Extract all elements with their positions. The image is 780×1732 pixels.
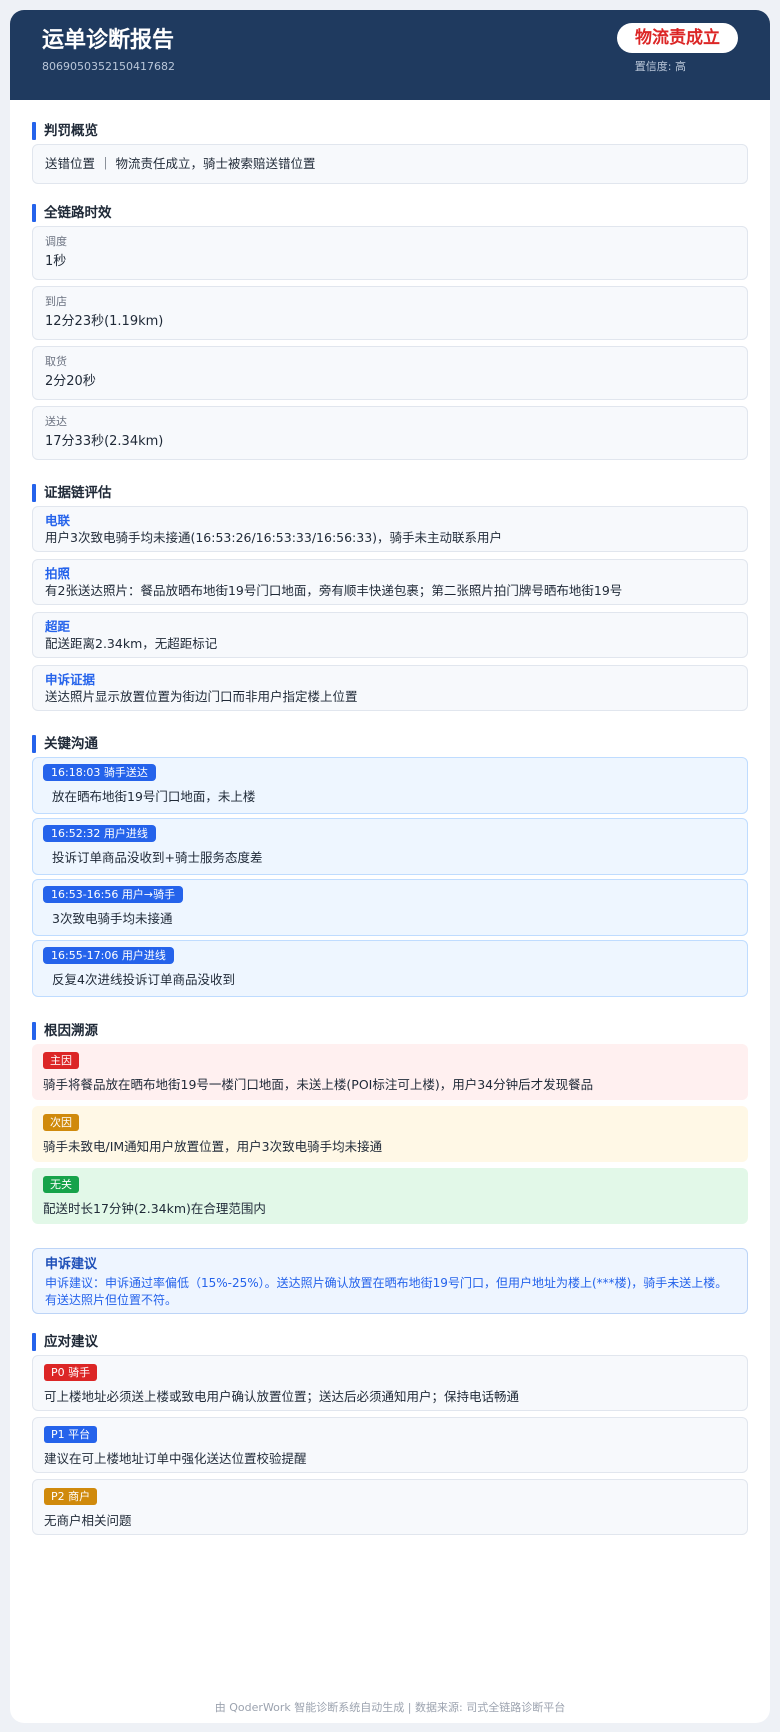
evidence-list: 电联 用户3次致电骑手均未接通(16:53:26/16:53:33/16:56:… [32, 506, 748, 711]
evidence-card: 拍照 有2张送达照片：餐品放晒布地街19号门口地面，旁有顺丰快递包裹；第二张照片… [32, 559, 748, 605]
section-title-evidence: 证据链评估 [32, 484, 748, 502]
evidence-desc: 送达照片显示放置位置为街边门口而非用户指定楼上位置 [45, 689, 358, 704]
report-content: 判罚概览 送错位置 ｜ 物流责任成立，骑士被索赔送错位置 全链路时效 调度 1秒… [10, 122, 770, 1535]
action-text: 可上楼地址必须送上楼或致电用户确认放置位置；送达后必须通知用户；保持电话畅通 [44, 1389, 520, 1404]
evidence-card: 申诉证据 送达照片显示放置位置为街边门口而非用户指定楼上位置 [32, 665, 748, 711]
evidence-desc: 有2张送达照片：餐品放晒布地街19号门口地面，旁有顺丰快递包裹；第二张照片拍门牌… [45, 583, 623, 598]
timing-value: 12分23秒(1.19km) [45, 314, 164, 329]
evidence-card: 超距 配送距离2.34km，无超距标记 [32, 612, 748, 658]
root-cause-tag: 次因 [43, 1114, 79, 1131]
action-text: 无商户相关问题 [44, 1513, 132, 1528]
timing-label: 送达 [45, 415, 67, 428]
section-title-actions: 应对建议 [32, 1333, 748, 1351]
section-title-root-cause: 根因溯源 [32, 1022, 748, 1040]
root-cause-text: 骑手未致电/IM通知用户放置位置，用户3次致电骑手均未接通 [43, 1139, 383, 1154]
evidence-card: 电联 用户3次致电骑手均未接通(16:53:26/16:53:33/16:56:… [32, 506, 748, 552]
section-title-overview: 判罚概览 [32, 122, 748, 140]
confidence-label: 置信度: 高 [634, 60, 686, 73]
root-cause-text: 配送时长17分钟(2.34km)在合理范围内 [43, 1201, 266, 1216]
action-priority-tag: P2 商户 [44, 1488, 98, 1505]
evidence-desc: 用户3次致电骑手均未接通(16:53:26/16:53:33/16:56:33)… [45, 530, 503, 545]
evidence-label: 申诉证据 [45, 672, 96, 687]
communication-time-tag: 16:53-16:56 用户→骑手 [43, 886, 184, 903]
action-card: P1 平台 建议在可上楼地址订单中强化送达位置校验提醒 [32, 1417, 748, 1473]
report-footer: 由 QoderWork 智能诊断系统自动生成 | 数据来源: 司式全链路诊断平台 [214, 1701, 566, 1714]
timing-label: 调度 [45, 235, 67, 248]
action-priority-tag: P0 骑手 [44, 1364, 98, 1381]
timing-list: 调度 1秒 到店 12分23秒(1.19km) 取货 2分20秒 送达 17分3… [32, 226, 748, 460]
root-cause-primary: 主因 骑手将餐品放在晒布地街19号一楼门口地面，未送上楼(POI标注可上楼)，用… [32, 1044, 748, 1100]
communication-time-tag: 16:52:32 用户进线 [43, 825, 156, 842]
communication-text: 反复4次进线投诉订单商品没收到 [52, 972, 235, 987]
order-id: 8069050352150417682 [42, 60, 175, 73]
root-cause-tag: 无关 [43, 1176, 79, 1193]
appeal-label: 申诉建议 [45, 1257, 98, 1272]
communication-card: 16:55-17:06 用户进线 反复4次进线投诉订单商品没收到 [32, 940, 748, 997]
evidence-label: 超距 [45, 619, 71, 634]
action-list: P0 骑手 可上楼地址必须送上楼或致电用户确认放置位置；送达后必须通知用户；保持… [32, 1355, 748, 1535]
timing-label: 到店 [45, 295, 67, 308]
evidence-label: 拍照 [45, 566, 71, 581]
appeal-suggestion-card: 申诉建议 申诉建议：申诉通过率偏低（15%-25%）。送达照片确认放置在晒布地街… [32, 1248, 748, 1314]
root-cause-tag: 主因 [43, 1052, 79, 1069]
communication-list: 16:18:03 骑手送达 放在晒布地街19号门口地面，未上楼 16:52:32… [32, 757, 748, 997]
communication-text: 放在晒布地街19号门口地面，未上楼 [52, 789, 256, 804]
appeal-text: 申诉建议：申诉通过率偏低（15%-25%）。送达照片确认放置在晒布地街19号门口… [45, 1276, 728, 1307]
timing-card: 送达 17分33秒(2.34km) [32, 406, 748, 460]
communication-text: 3次致电骑手均未接通 [52, 911, 173, 926]
root-cause-list: 主因 骑手将餐品放在晒布地街19号一楼门口地面，未送上楼(POI标注可上楼)，用… [32, 1044, 748, 1224]
timing-label: 取货 [45, 355, 67, 368]
report-header: 运单诊断报告 8069050352150417682 物流责成立 置信度: 高 [10, 10, 770, 100]
evidence-label: 电联 [45, 513, 71, 528]
report-page: 运单诊断报告 8069050352150417682 物流责成立 置信度: 高 … [10, 10, 770, 1723]
overview-text: 送错位置 ｜ 物流责任成立，骑士被索赔送错位置 [45, 156, 316, 171]
section-title-communication: 关键沟通 [32, 735, 748, 753]
action-priority-tag: P1 平台 [44, 1426, 98, 1443]
communication-time-tag: 16:18:03 骑手送达 [43, 764, 156, 781]
communication-card: 16:53-16:56 用户→骑手 3次致电骑手均未接通 [32, 879, 748, 936]
verdict-badge: 物流责成立 [617, 23, 738, 53]
overview-card: 送错位置 ｜ 物流责任成立，骑士被索赔送错位置 [32, 144, 748, 184]
root-cause-text: 骑手将餐品放在晒布地街19号一楼门口地面，未送上楼(POI标注可上楼)，用户34… [43, 1077, 594, 1092]
action-card: P0 骑手 可上楼地址必须送上楼或致电用户确认放置位置；送达后必须通知用户；保持… [32, 1355, 748, 1411]
timing-card: 到店 12分23秒(1.19km) [32, 286, 748, 340]
action-card: P2 商户 无商户相关问题 [32, 1479, 748, 1535]
communication-text: 投诉订单商品没收到+骑士服务态度差 [52, 850, 263, 865]
timing-value: 17分33秒(2.34km) [45, 434, 164, 449]
communication-card: 16:18:03 骑手送达 放在晒布地街19号门口地面，未上楼 [32, 757, 748, 814]
timing-value: 1秒 [45, 254, 67, 269]
communication-card: 16:52:32 用户进线 投诉订单商品没收到+骑士服务态度差 [32, 818, 748, 875]
section-title-timing: 全链路时效 [32, 204, 748, 222]
evidence-desc: 配送距离2.34km，无超距标记 [45, 636, 218, 651]
communication-time-tag: 16:55-17:06 用户进线 [43, 947, 174, 964]
root-cause-secondary: 次因 骑手未致电/IM通知用户放置位置，用户3次致电骑手均未接通 [32, 1106, 748, 1162]
timing-value: 2分20秒 [45, 374, 96, 389]
action-text: 建议在可上楼地址订单中强化送达位置校验提醒 [44, 1451, 307, 1466]
root-cause-unrelated: 无关 配送时长17分钟(2.34km)在合理范围内 [32, 1168, 748, 1224]
timing-card: 取货 2分20秒 [32, 346, 748, 400]
timing-card: 调度 1秒 [32, 226, 748, 280]
